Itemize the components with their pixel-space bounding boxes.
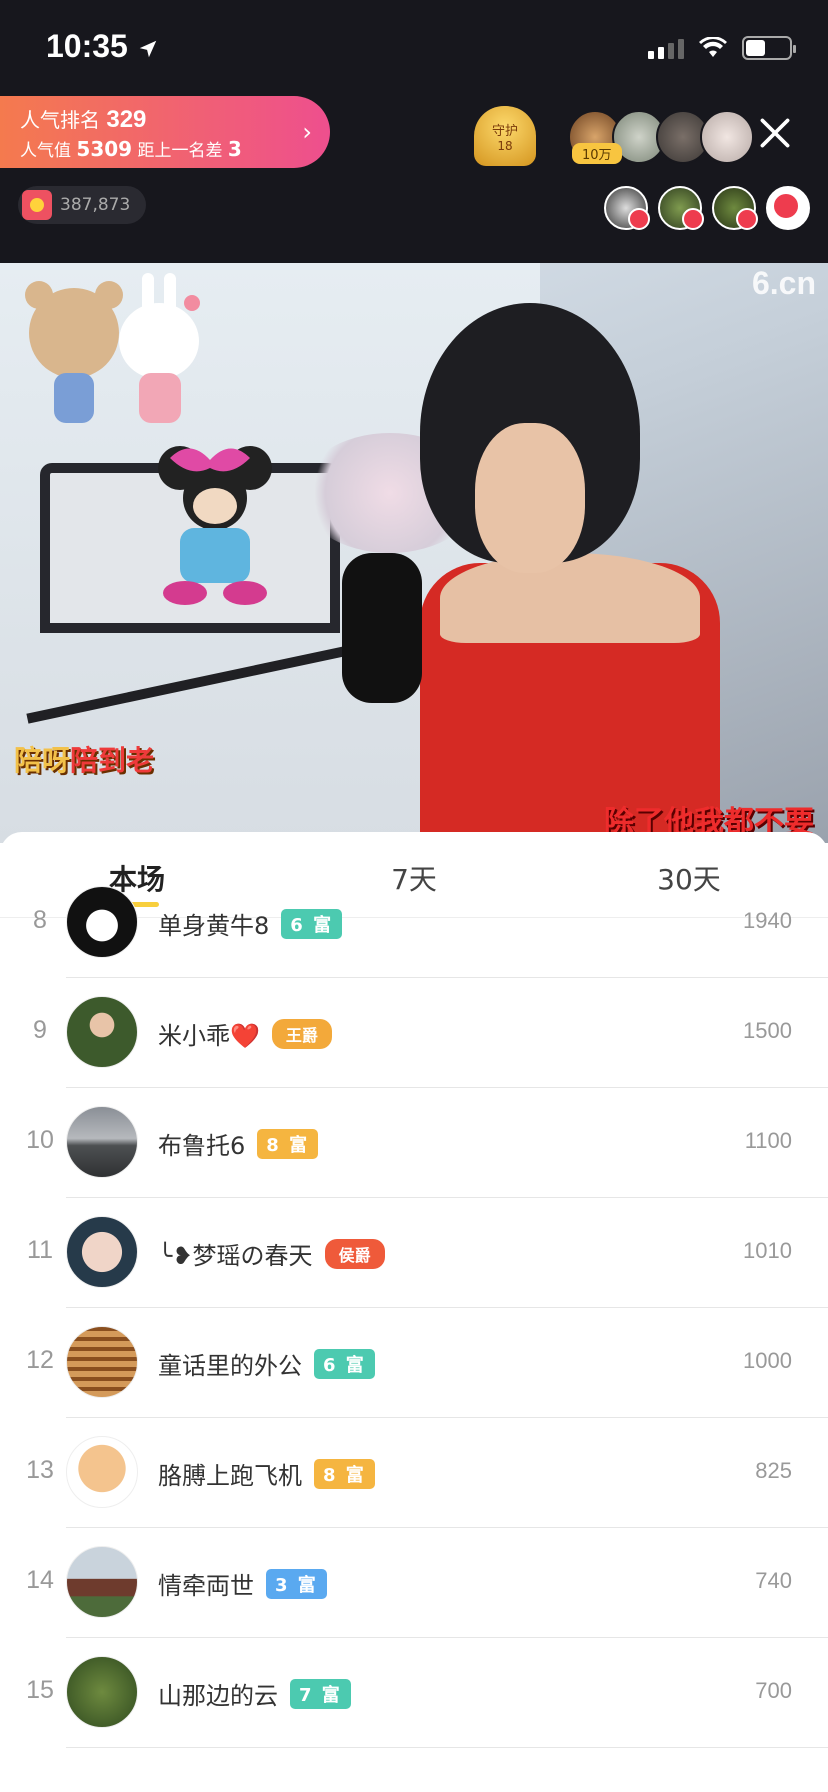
status-indicators [648, 36, 796, 60]
user-name-text: 胳膊上跑飞机 [158, 1462, 302, 1490]
ranking-sheet: 本场 7天 30天 8 单身黄牛8 6 富 1940 9 米小乖❤️ 王爵 1500 10 布鲁托… [0, 832, 828, 1792]
caption-left: 陪呀陪到老 [14, 744, 155, 777]
coin-icon [22, 190, 52, 220]
user-name: 情牵両世 3 富 [158, 1566, 327, 1601]
rank-number: 10 [26, 1126, 54, 1154]
platform-watermark: 6.cn [751, 265, 816, 301]
seat-icon [736, 208, 758, 230]
signal-icon [648, 37, 684, 59]
avatar[interactable] [66, 886, 138, 958]
wealth-level-badge: 7 富 [290, 1678, 351, 1709]
battery-icon [742, 36, 796, 60]
streamer-shoulders [440, 553, 700, 643]
live-header: 10:35 人气排名 329 人气值 5309 距上一名差 3 › 387,87… [0, 0, 828, 263]
chevron-right-icon: › [302, 118, 312, 146]
wealth-level-badge: 3 富 [266, 1568, 327, 1599]
guard-count: 18 [497, 138, 513, 153]
nobility-badge: 王爵 [271, 1018, 332, 1049]
avatar[interactable] [700, 110, 754, 164]
rank-number: 11 [27, 1236, 53, 1264]
user-name: 单身黄牛8 6 富 [158, 906, 343, 941]
contribution-score: 700 [755, 1678, 792, 1703]
contribution-score: 1940 [743, 908, 792, 933]
avatar[interactable] [66, 1656, 138, 1728]
rank-number: 15 [26, 1676, 54, 1704]
ranking-row[interactable]: 8 单身黄牛8 6 富 1940 [0, 868, 828, 978]
popularity-line: 人气值 5309 距上一名差 3 [20, 137, 242, 161]
avatar[interactable] [66, 1546, 138, 1618]
guard-label: 守护 [491, 123, 518, 139]
seat-avatar[interactable] [658, 186, 704, 230]
ranking-row[interactable]: 15 山那边的云 7 富 700 [0, 1638, 828, 1748]
location-arrow-icon [139, 40, 156, 57]
seat-avatar[interactable] [766, 186, 810, 230]
coin-balance[interactable]: 387,873 [18, 186, 147, 224]
ranking-row[interactable]: 12 童话里的外公 6 富 1000 [0, 1308, 828, 1418]
guard-badge[interactable]: 守护 18 [474, 106, 536, 166]
rank-number: 13 [26, 1456, 54, 1484]
avatar[interactable] [66, 1436, 138, 1508]
top-viewer-badge: 10万 [572, 143, 622, 164]
contribution-score: 825 [755, 1458, 792, 1483]
contribution-score: 1010 [743, 1238, 792, 1263]
wealth-level-badge: 8 富 [314, 1458, 375, 1489]
wealth-level-badge: 6 富 [314, 1348, 375, 1379]
contribution-score: 740 [755, 1568, 792, 1593]
user-name: 山那边的云 7 富 [158, 1676, 351, 1711]
ranking-row[interactable]: 10 布鲁托6 8 富 1100 [0, 1088, 828, 1198]
user-name-text: ╰❥梦瑶の春天 [158, 1242, 313, 1270]
wealth-level-badge: 6 富 [281, 908, 343, 939]
seat-avatar[interactable] [712, 186, 758, 230]
ranking-row[interactable]: 9 米小乖❤️ 王爵 1500 [0, 978, 828, 1088]
rank-number: 14 [26, 1566, 54, 1594]
minnie-doll [158, 446, 272, 605]
coin-amount: 387,873 [60, 195, 131, 215]
seat-avatar[interactable] [604, 186, 650, 230]
user-name-text: 单身黄牛8 [158, 912, 270, 940]
bear-rabbit-sticker [25, 273, 200, 423]
row-divider [66, 1747, 828, 1748]
wifi-icon [699, 37, 727, 57]
avatar[interactable] [66, 1106, 138, 1178]
rank-number: 9 [33, 1016, 47, 1044]
user-name-text: 情牵両世 [158, 1572, 254, 1600]
avatar[interactable] [66, 1326, 138, 1398]
microphone [342, 553, 422, 703]
contribution-score: 1500 [743, 1018, 792, 1043]
status-time: 10:35 [46, 28, 159, 65]
avatar[interactable] [66, 1216, 138, 1288]
seat-icon [772, 192, 800, 220]
wealth-level-badge: 8 富 [257, 1128, 319, 1159]
user-name-text: 布鲁托6 [158, 1132, 246, 1160]
user-name: 布鲁托6 8 富 [158, 1126, 319, 1161]
user-name: ╰❥梦瑶の春天 侯爵 [158, 1236, 385, 1271]
ranking-row[interactable]: 11 ╰❥梦瑶の春天 侯爵 1010 [0, 1198, 828, 1308]
seat-row [604, 186, 810, 230]
seat-icon [682, 208, 704, 230]
user-name-text: 山那边的云 [158, 1682, 278, 1710]
popularity-rank-pill[interactable]: 人气排名 329 人气值 5309 距上一名差 3 › [0, 96, 330, 168]
live-video[interactable]: 6.cn 陪呀陪到老 除了他我都不要 [0, 263, 828, 843]
rank-line: 人气排名 329 [20, 106, 147, 133]
rank-number: 12 [26, 1346, 54, 1374]
user-name: 米小乖❤️ 王爵 [158, 1016, 332, 1051]
rank-number: 8 [33, 906, 47, 934]
user-name-text: 米小乖❤️ [158, 1022, 260, 1050]
ranking-row[interactable]: 14 情牵両世 3 富 740 [0, 1528, 828, 1638]
user-name-text: 童话里的外公 [158, 1352, 302, 1380]
contribution-score: 1000 [743, 1348, 792, 1373]
nobility-badge: 侯爵 [324, 1238, 385, 1269]
streamer-face [475, 423, 585, 573]
user-name: 胳膊上跑飞机 8 富 [158, 1456, 375, 1491]
close-icon[interactable] [754, 112, 796, 154]
user-name: 童话里的外公 6 富 [158, 1346, 375, 1381]
avatar[interactable] [66, 996, 138, 1068]
ranking-row[interactable]: 13 胳膊上跑飞机 8 富 825 [0, 1418, 828, 1528]
seat-icon [628, 208, 650, 230]
contribution-score: 1100 [744, 1128, 792, 1153]
